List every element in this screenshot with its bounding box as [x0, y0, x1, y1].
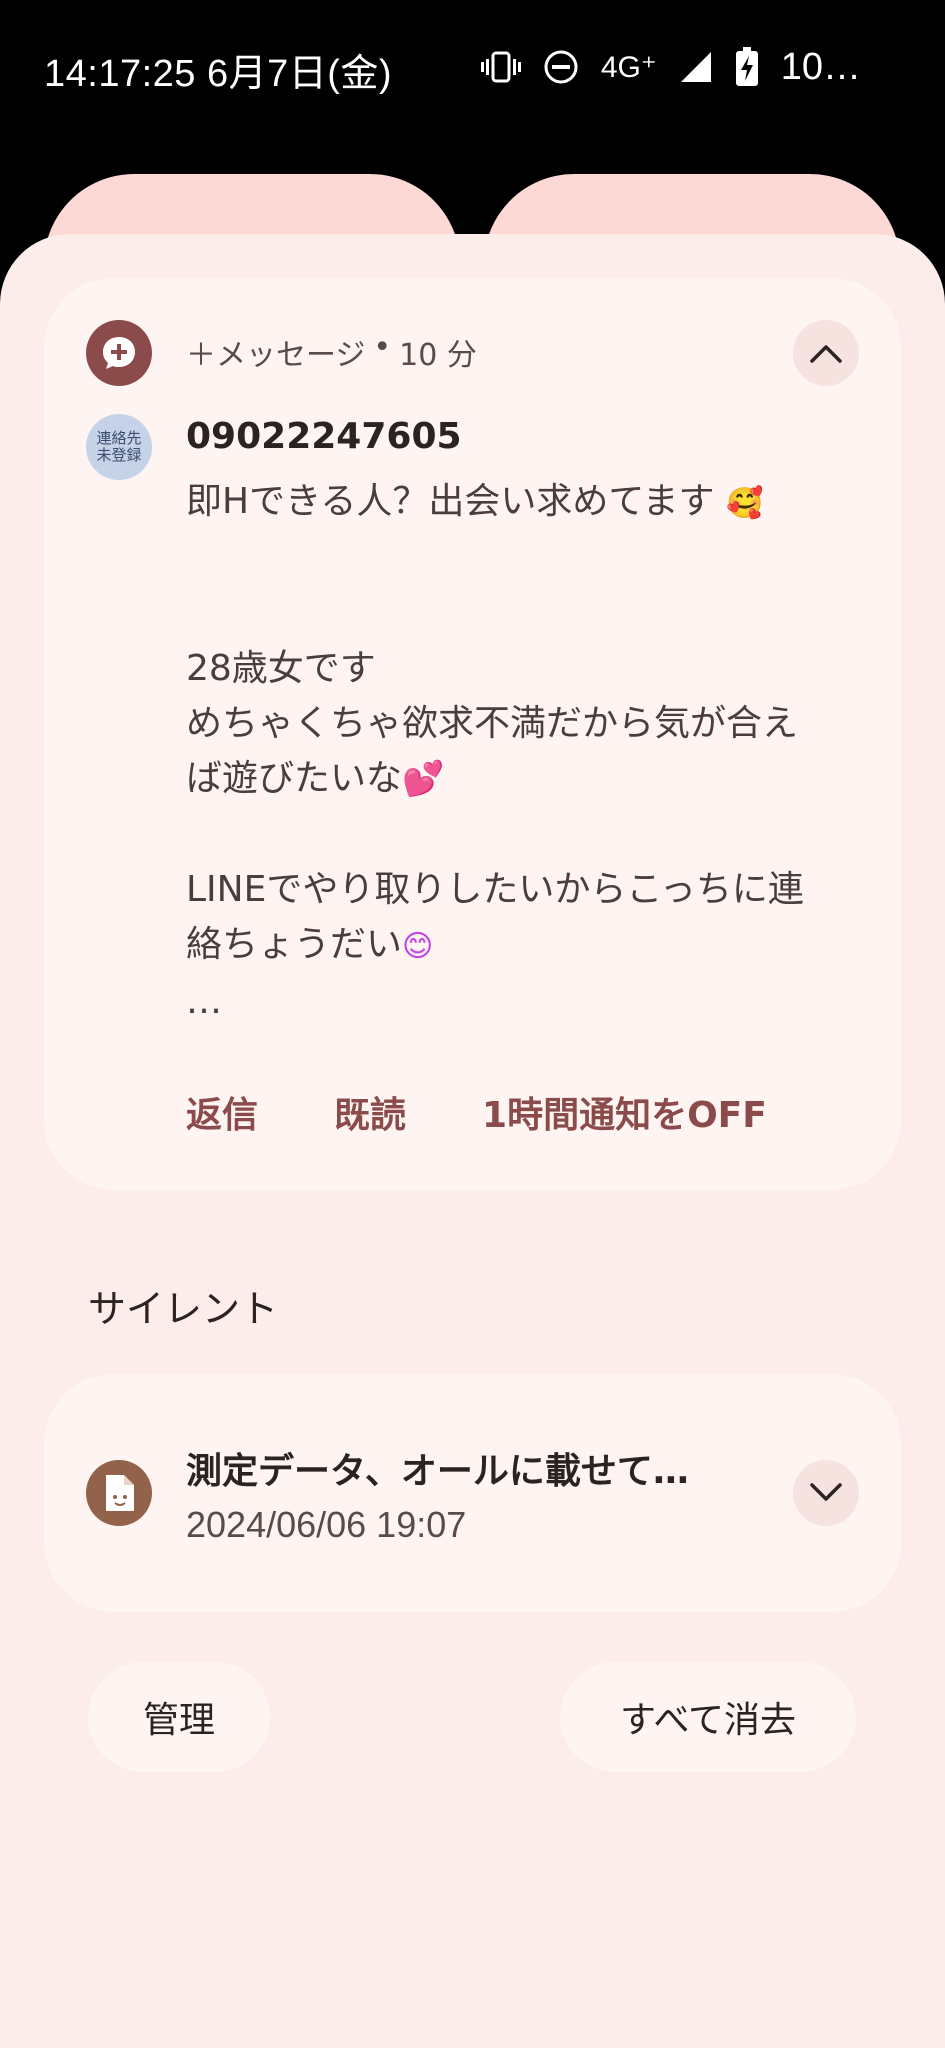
- message-line: ば遊びたいな💕: [186, 758, 445, 799]
- message-body: 即Hできる人？出会い求めてます 🥰 28歳女です めちゃくちゃ欲求不満だから気が…: [186, 474, 876, 1029]
- notification-age: 10 分: [399, 338, 477, 373]
- status-bar: 14:17:25 6月7日(金) 4G⁺ 10…: [0, 0, 945, 135]
- mark-read-button[interactable]: 既読: [334, 1086, 406, 1138]
- avatar-text-line: 未登録: [96, 446, 142, 464]
- sender-number: 09022247605: [186, 416, 462, 457]
- chevron-up-icon: [810, 345, 842, 363]
- message-app-icon: [86, 320, 152, 386]
- clear-all-button[interactable]: すべて消去: [560, 1662, 856, 1772]
- battery-charging-icon: [735, 47, 759, 87]
- collapse-button[interactable]: [793, 320, 859, 386]
- signal-icon: [679, 50, 713, 84]
- vibrate-icon: [480, 50, 521, 84]
- notification-header: ＋メッセージ • 10 分: [186, 330, 477, 374]
- message-line: 28歳女です: [186, 648, 376, 689]
- message-line: 絡ちょうだい😊: [186, 924, 434, 965]
- expand-button[interactable]: [793, 1460, 859, 1526]
- silent-notification-title: 測定データ、オールに載せて…: [186, 1451, 689, 1492]
- notification-actions: 返信 既読 1時間通知をOFF: [186, 1086, 767, 1138]
- dnd-icon: [543, 49, 579, 85]
- silent-notification-card[interactable]: 測定データ、オールに載せて… 2024/06/06 19:07: [44, 1374, 901, 1612]
- file-app-icon: [86, 1460, 152, 1526]
- message-line: 即Hできる人？出会い求めてます 🥰: [186, 481, 764, 522]
- network-4g-icon: 4G⁺: [600, 50, 657, 84]
- emoji: 😊: [402, 929, 434, 964]
- avatar: 連絡先 未登録: [86, 414, 152, 480]
- chevron-down-icon: [810, 1483, 842, 1501]
- reply-button[interactable]: 返信: [186, 1086, 258, 1138]
- silent-notification-time: 2024/06/06 19:07: [186, 1504, 467, 1545]
- message-line: …: [186, 981, 222, 1022]
- avatar-text-line: 連絡先: [96, 429, 142, 447]
- mute-1h-button[interactable]: 1時間通知をOFF: [482, 1086, 767, 1138]
- message-line: [186, 531, 876, 586]
- manage-button[interactable]: 管理: [88, 1662, 270, 1772]
- silent-section-label: サイレント: [88, 1287, 279, 1331]
- message-line: [186, 807, 876, 862]
- battery-level: 10…: [780, 45, 861, 88]
- emoji: 🥰: [726, 486, 764, 521]
- message-line: めちゃくちゃ欲求不満だから気が合え: [186, 703, 799, 744]
- message-line: LINEでやり取りしたいからこっちに連: [186, 869, 804, 910]
- status-icons: 4G⁺ 10…: [480, 42, 861, 92]
- message-line: [186, 586, 876, 641]
- header-separator: •: [373, 330, 392, 365]
- status-time-date: 14:17:25 6月7日(金): [44, 53, 393, 95]
- message-notification-card[interactable]: ＋メッセージ • 10 分 連絡先 未登録 09022247605 即Hできる人…: [44, 278, 901, 1190]
- app-name: ＋メッセージ: [186, 338, 366, 373]
- emoji: 💕: [402, 759, 445, 799]
